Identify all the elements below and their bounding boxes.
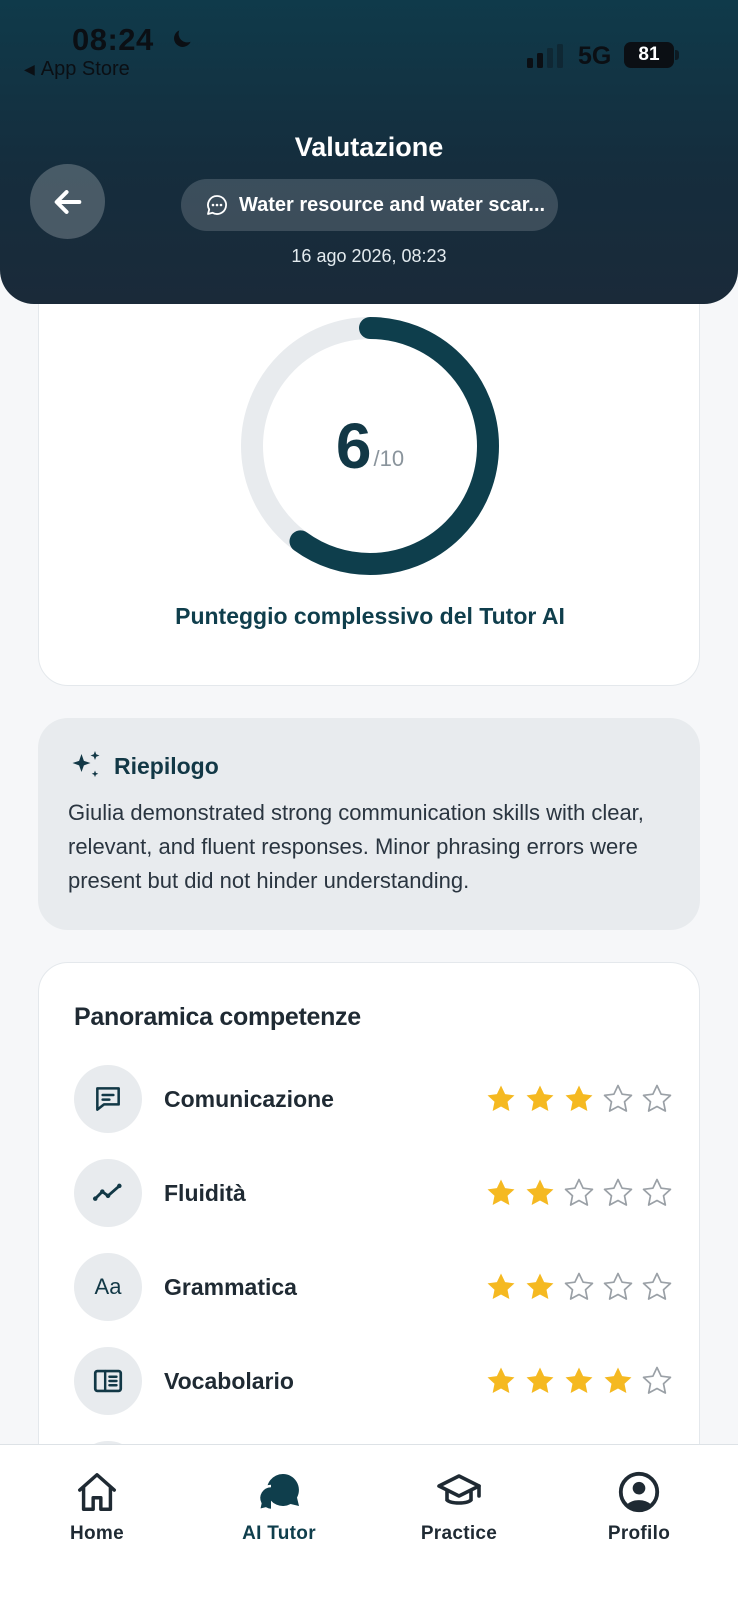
nav-label: Practice <box>420 1523 498 1544</box>
star-filled-icon <box>487 1179 515 1206</box>
skill-row-vocabulary: Vocabolario <box>74 1347 674 1415</box>
back-button[interactable] <box>30 164 105 239</box>
star-empty-icon <box>603 1084 633 1112</box>
star-empty-icon <box>642 1366 672 1394</box>
star-empty-icon <box>642 1272 672 1300</box>
chat-dots-icon <box>207 195 227 215</box>
star-rating <box>484 1176 674 1210</box>
star-filled-icon <box>604 1367 632 1394</box>
moon-icon <box>174 30 191 47</box>
star-filled-icon <box>487 1367 515 1394</box>
skill-row-communication: Comunicazione <box>74 1065 674 1133</box>
home-icon <box>78 1473 116 1511</box>
topic-chip[interactable]: Water resource and water scar... <box>181 179 558 231</box>
skills-card: Panoramica competenze Comunicazione Flui… <box>38 962 700 1482</box>
nav-home[interactable]: Home <box>22 1467 172 1545</box>
score-display: 6 /10 <box>237 313 503 579</box>
signal-icon <box>527 44 563 68</box>
star-empty-icon <box>603 1272 633 1300</box>
score-card: 6 /10 Punteggio complessivo del Tutor AI <box>38 260 700 686</box>
star-empty-icon <box>564 1272 594 1300</box>
nav-label: Home <box>70 1523 124 1544</box>
skill-label: Comunicazione <box>164 1085 334 1112</box>
user-circle-icon <box>618 1471 660 1513</box>
star-filled-icon <box>565 1367 593 1394</box>
skill-label: Fluidità <box>164 1179 246 1206</box>
back-triangle-icon: ◀ <box>24 61 35 77</box>
chat-bubbles-icon <box>257 1473 299 1512</box>
header: 08:24 ◀ App Store 5G 81 Valutazione Wate… <box>0 0 738 304</box>
trend-line-icon <box>74 1159 142 1227</box>
text-aa-icon: Aa <box>74 1253 142 1321</box>
star-rating <box>484 1082 674 1116</box>
star-filled-icon <box>526 1179 554 1206</box>
summary-text: Giulia demonstrated strong communication… <box>68 800 644 893</box>
nav-profile[interactable]: Profilo <box>564 1467 714 1545</box>
nav-label: AI Tutor <box>242 1523 316 1544</box>
star-empty-icon <box>564 1178 594 1206</box>
back-app-label: App Store <box>40 58 130 80</box>
nav-label: Profilo <box>607 1523 671 1544</box>
skill-row-grammar: Aa Grammatica <box>74 1253 674 1321</box>
star-rating <box>484 1270 674 1304</box>
star-empty-icon <box>603 1178 633 1206</box>
bottom-nav: Home AI Tutor Practice Profilo <box>0 1444 738 1600</box>
star-empty-icon <box>642 1084 672 1112</box>
battery-indicator: 81 <box>624 42 674 68</box>
star-filled-icon <box>565 1085 593 1112</box>
star-filled-icon <box>487 1085 515 1112</box>
star-filled-icon <box>487 1273 515 1300</box>
star-rating <box>484 1364 674 1398</box>
star-filled-icon <box>526 1273 554 1300</box>
score-value: 6 <box>335 410 372 482</box>
back-to-app-store[interactable]: ◀ App Store <box>24 58 130 81</box>
chat-lines-icon <box>74 1065 142 1133</box>
nav-ai-tutor[interactable]: AI Tutor <box>204 1467 354 1545</box>
skill-label: Grammatica <box>164 1273 297 1300</box>
graduation-cap-icon <box>437 1474 481 1505</box>
star-filled-icon <box>526 1085 554 1112</box>
skill-label: Vocabolario <box>164 1367 294 1394</box>
arrow-left-icon <box>54 189 81 214</box>
score-max: /10 <box>373 446 405 471</box>
sparkles-icon <box>72 751 100 778</box>
nav-practice[interactable]: Practice <box>384 1467 534 1545</box>
page-title: Valutazione <box>294 132 444 162</box>
network-type: 5G <box>578 42 612 70</box>
skill-row-fluency: Fluidità <box>74 1159 674 1227</box>
star-filled-icon <box>526 1367 554 1394</box>
evaluation-date: 16 ago 2026, 08:23 <box>291 246 447 266</box>
score-caption: Punteggio complessivo del Tutor AI <box>175 603 565 629</box>
book-icon <box>74 1347 142 1415</box>
summary-card: Riepilogo Giulia demonstrated strong com… <box>38 718 700 930</box>
topic-label: Water resource and water scar... <box>239 193 546 216</box>
skills-title: Panoramica competenze <box>74 1003 361 1031</box>
star-empty-icon <box>642 1178 672 1206</box>
battery-cap <box>675 50 679 60</box>
status-time: 08:24 <box>72 22 154 57</box>
summary-title: Riepilogo <box>114 752 219 779</box>
